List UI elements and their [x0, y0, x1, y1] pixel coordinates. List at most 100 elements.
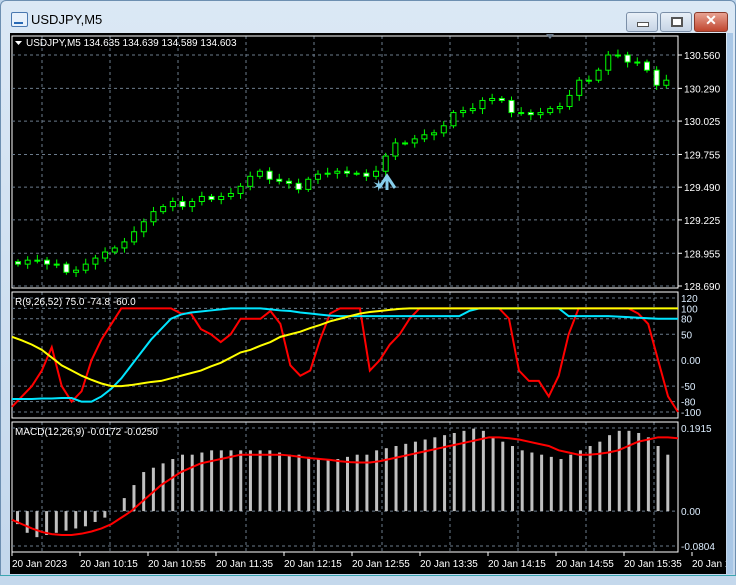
- close-button[interactable]: ✕: [694, 12, 728, 32]
- candle-body: [160, 206, 167, 213]
- macd-histogram-bar: [103, 511, 107, 518]
- macd-histogram-bar: [268, 450, 272, 512]
- candle-body: [392, 142, 399, 157]
- macd-histogram-bar: [501, 441, 505, 512]
- candle-body: [198, 195, 205, 203]
- macd-histogram-bar: [375, 450, 379, 512]
- candle-body: [537, 112, 544, 116]
- candle-body: [479, 99, 486, 110]
- candle-body: [634, 61, 641, 64]
- candle-body: [285, 180, 292, 184]
- macd-histogram-bar: [200, 452, 204, 512]
- candle-body: [218, 195, 225, 201]
- macd-histogram-bar: [598, 441, 602, 512]
- macd-histogram-bar: [646, 437, 650, 512]
- chart-canvas[interactable]: 130.560 130.290 130.025 129.755 129.490 129.2…: [10, 33, 736, 574]
- axis-label: 100: [681, 304, 698, 315]
- time-label: 20 Jan 16:15: [692, 559, 726, 570]
- candle-body: [498, 97, 505, 101]
- macd-histogram-bar: [25, 511, 29, 533]
- candle-body: [73, 269, 80, 273]
- axis-label: -80: [681, 398, 696, 409]
- candle-body: [140, 221, 147, 233]
- axis-label: 0.00: [681, 507, 701, 518]
- candle-body: [150, 211, 157, 223]
- candle-body: [527, 112, 534, 116]
- macd-histogram-bar: [45, 511, 49, 535]
- time-label: 20 Jan 14:15: [488, 559, 546, 570]
- time-label: 20 Jan 10:15: [80, 559, 138, 570]
- candle-body: [121, 241, 128, 249]
- candle-body: [402, 142, 409, 145]
- vertical-scrollbar[interactable]: [727, 33, 733, 574]
- macd-histogram-bar: [181, 454, 184, 512]
- axis-label: -50: [681, 382, 696, 393]
- candle-body: [34, 259, 41, 262]
- macd-histogram-bar: [161, 463, 165, 512]
- chart-svg[interactable]: 130.560 130.290 130.025 129.755 129.490 129.2…: [10, 33, 736, 574]
- axis-label: 0.00: [681, 356, 701, 367]
- price-label: 130.290: [684, 84, 721, 95]
- candle-body: [53, 263, 60, 266]
- macd-histogram-bar: [578, 450, 582, 512]
- candle-body: [314, 173, 321, 180]
- candle-body: [489, 97, 496, 101]
- axis-label: 120: [681, 294, 698, 305]
- macd-histogram-bar: [540, 454, 544, 512]
- macd-histogram-bar: [287, 454, 291, 512]
- price-label: 128.690: [684, 282, 721, 293]
- star-icon: ✶: [372, 178, 385, 195]
- macd-histogram-bar: [326, 459, 330, 512]
- candle-body: [440, 125, 447, 134]
- candle-body: [44, 259, 51, 265]
- macd-histogram-bar: [394, 446, 398, 512]
- indicator-line-2: [11, 307, 678, 388]
- price-label: 129.755: [684, 150, 721, 161]
- macd-histogram-bar: [248, 450, 252, 512]
- macd-histogram-bar: [491, 437, 495, 512]
- candle-body: [295, 182, 302, 190]
- indicator-title: R(9,26,52) 75.0 -74.8 -60.0: [15, 297, 136, 308]
- candle-body: [169, 201, 176, 208]
- chart-header: USDJPY,M5 134.635 134.639 134.589 134.60…: [26, 38, 237, 49]
- minimize-button[interactable]: [626, 12, 658, 32]
- macd-histogram-bar: [637, 432, 641, 512]
- candle-body: [179, 201, 186, 208]
- macd-histogram-bar: [530, 452, 534, 512]
- macd-histogram-bar: [83, 511, 87, 527]
- candle-body: [547, 108, 554, 114]
- candle-body: [508, 99, 515, 114]
- candle-body: [663, 79, 670, 86]
- macd-histogram-bar: [74, 511, 78, 529]
- candle-body: [131, 231, 138, 243]
- macd-histogram-bar: [656, 446, 660, 512]
- macd-histogram-bar: [122, 498, 126, 512]
- macd-histogram-bar: [64, 511, 68, 531]
- candle-body: [15, 261, 21, 265]
- macd-histogram-bar: [54, 511, 58, 533]
- macd-histogram-bar: [627, 430, 631, 512]
- macd-histogram-bar: [617, 430, 621, 512]
- time-label: 20 Jan 12:55: [352, 559, 410, 570]
- macd-histogram-bar: [666, 454, 670, 512]
- candle-body: [624, 54, 631, 63]
- axis-label: 50: [681, 330, 693, 341]
- time-label: 20 Jan 10:55: [148, 559, 206, 570]
- axis-label: -0.0804: [681, 542, 715, 553]
- candle-body: [450, 112, 457, 127]
- candle-body: [373, 170, 380, 177]
- macd-histogram-bar: [297, 454, 301, 512]
- macd-histogram-bar: [229, 450, 233, 512]
- candle-body: [595, 69, 602, 81]
- candle-body: [421, 134, 428, 140]
- macd-title: MACD(12,26,9) -0.0172 -0.0250: [15, 427, 158, 438]
- macd-histogram-bar: [588, 446, 592, 512]
- chart-window-icon: [11, 12, 28, 27]
- candle-body: [237, 185, 244, 194]
- title-bar[interactable]: USDJPY,M5 ✕: [1, 1, 736, 33]
- macd-histogram-bar: [481, 430, 485, 512]
- candle-body: [208, 195, 215, 201]
- candle-body: [382, 155, 389, 172]
- candle-body: [585, 79, 592, 82]
- maximize-button[interactable]: [660, 12, 692, 32]
